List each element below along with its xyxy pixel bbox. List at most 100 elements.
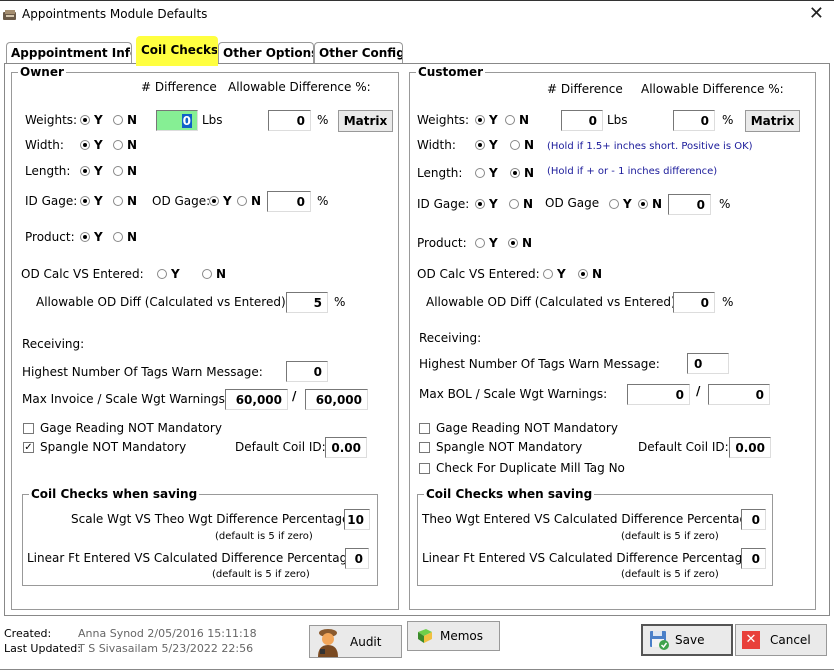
customer-odgage-no[interactable]: N bbox=[638, 197, 662, 211]
owner-width-no[interactable]: N bbox=[113, 138, 137, 152]
customer-allow-od-label: Allowable OD Diff (Calculated vs Entered… bbox=[426, 295, 680, 309]
tab-other-config[interactable]: Other Config bbox=[314, 42, 403, 64]
customer-theo-input[interactable]: 0 bbox=[741, 509, 766, 530]
customer-length-no[interactable]: N bbox=[510, 166, 534, 180]
customer-diff-header: # Difference bbox=[547, 82, 623, 96]
customer-product-label: Product: bbox=[417, 236, 467, 250]
customer-dup-mill-checkbox[interactable]: Check For Duplicate Mill Tag No bbox=[419, 461, 625, 475]
customer-gage-reading-checkbox[interactable]: Gage Reading NOT Mandatory bbox=[419, 421, 618, 435]
detective-icon bbox=[316, 627, 340, 657]
radio-icon bbox=[509, 199, 519, 209]
customer-pct-label: % bbox=[722, 113, 734, 127]
customer-width-yes[interactable]: Y bbox=[475, 138, 498, 152]
save-button[interactable]: Save bbox=[641, 624, 733, 656]
customer-idgage-no[interactable]: N bbox=[509, 197, 533, 211]
cancel-x-icon: ✕ bbox=[742, 631, 760, 649]
owner-weights-label: Weights: bbox=[25, 113, 78, 127]
owner-odcalc-yes[interactable]: Y bbox=[157, 267, 180, 281]
checkbox-icon bbox=[419, 462, 430, 474]
owner-odgage-pct-label: % bbox=[317, 194, 329, 208]
customer-tags-label: Highest Number Of Tags Warn Message: bbox=[419, 357, 660, 371]
owner-max-scale-input[interactable]: 60,000 bbox=[305, 389, 368, 410]
owner-weights-no[interactable]: N bbox=[113, 113, 137, 127]
owner-weights-yes[interactable]: Y bbox=[80, 113, 103, 127]
customer-width-no[interactable]: N bbox=[510, 138, 534, 152]
owner-weights-diff-input[interactable]: 0 bbox=[156, 110, 198, 131]
customer-weights-pct-input[interactable]: 0 bbox=[673, 110, 715, 131]
customer-spangle-checkbox[interactable]: Spangle NOT Mandatory bbox=[419, 440, 582, 454]
owner-odgage-pct-input[interactable]: 0 bbox=[267, 191, 311, 212]
cancel-button[interactable]: ✕ Cancel bbox=[735, 624, 827, 656]
customer-allow-od-input[interactable]: 0 bbox=[673, 292, 715, 313]
owner-length-yes[interactable]: Y bbox=[80, 164, 103, 178]
owner-matrix-button[interactable]: Matrix bbox=[338, 110, 393, 132]
tab-coil-checks[interactable]: Coil Checks bbox=[136, 36, 218, 66]
owner-gage-reading-checkbox[interactable]: Gage Reading NOT Mandatory bbox=[23, 421, 222, 435]
customer-linear-input[interactable]: 0 bbox=[741, 548, 766, 569]
customer-coil-id-input[interactable]: 0.00 bbox=[729, 437, 771, 458]
owner-allow-od-input[interactable]: 5 bbox=[286, 292, 328, 313]
customer-saving-group: Coil Checks when saving bbox=[417, 487, 773, 586]
tab-appointment-info[interactable]: Apppointment Info bbox=[6, 42, 132, 64]
customer-allow-header: Allowable Difference %: bbox=[641, 82, 784, 96]
radio-icon bbox=[609, 199, 619, 209]
owner-odgage-no[interactable]: N bbox=[237, 194, 261, 208]
radio-icon bbox=[510, 168, 520, 178]
radio-icon bbox=[113, 115, 123, 125]
owner-spangle-checkbox[interactable]: ✓ Spangle NOT Mandatory bbox=[23, 440, 186, 454]
owner-odgage-yes[interactable]: Y bbox=[209, 194, 232, 208]
customer-odgage-pct-input[interactable]: 0 bbox=[668, 194, 711, 215]
owner-scale-input[interactable]: 10 bbox=[344, 509, 370, 530]
radio-icon bbox=[578, 269, 588, 279]
audit-button[interactable]: Audit bbox=[309, 625, 402, 658]
radio-icon bbox=[638, 199, 648, 209]
customer-odgage-yes[interactable]: Y bbox=[609, 197, 632, 211]
radio-icon bbox=[113, 166, 123, 176]
owner-tags-input[interactable]: 0 bbox=[286, 361, 328, 382]
owner-weights-pct-input[interactable]: 0 bbox=[268, 110, 311, 131]
customer-length-yes[interactable]: Y bbox=[475, 166, 498, 180]
memos-button[interactable]: Memos bbox=[407, 621, 500, 651]
owner-length-label: Length: bbox=[25, 164, 71, 178]
customer-max-bol-input[interactable]: 0 bbox=[627, 384, 690, 405]
owner-saving-title: Coil Checks when saving bbox=[29, 487, 200, 501]
owner-linear-label: Linear Ft Entered VS Calculated Differen… bbox=[27, 551, 359, 565]
owner-odcalc-no[interactable]: N bbox=[202, 267, 226, 281]
customer-lbs-label: Lbs bbox=[607, 113, 628, 127]
customer-weights-yes[interactable]: Y bbox=[475, 113, 498, 127]
owner-width-label: Width: bbox=[25, 138, 64, 152]
customer-weights-label: Weights: bbox=[417, 113, 470, 127]
owner-receiving-label: Receiving: bbox=[22, 337, 85, 351]
owner-width-yes[interactable]: Y bbox=[80, 138, 103, 152]
customer-max-scale-input[interactable]: 0 bbox=[708, 384, 770, 405]
customer-width-label: Width: bbox=[417, 138, 456, 152]
close-icon[interactable]: ✕ bbox=[809, 3, 824, 24]
owner-max-invoice-input[interactable]: 60,000 bbox=[225, 389, 288, 410]
owner-allow-od-pct: % bbox=[334, 295, 346, 309]
owner-coil-id-input[interactable]: 0.00 bbox=[325, 437, 367, 458]
owner-idgage-no[interactable]: N bbox=[113, 194, 137, 208]
owner-idgage-yes[interactable]: Y bbox=[80, 194, 103, 208]
customer-odcalc-yes[interactable]: Y bbox=[543, 267, 566, 281]
customer-idgage-yes[interactable]: Y bbox=[475, 197, 498, 211]
customer-weights-diff-input[interactable]: 0 bbox=[561, 110, 603, 131]
customer-width-note: (Hold if 1.5+ inches short. Positive is … bbox=[547, 141, 753, 152]
owner-product-no[interactable]: N bbox=[113, 230, 137, 244]
customer-weights-no[interactable]: N bbox=[505, 113, 529, 127]
owner-length-no[interactable]: N bbox=[113, 164, 137, 178]
radio-icon bbox=[510, 140, 520, 150]
customer-product-yes[interactable]: Y bbox=[475, 236, 498, 250]
customer-matrix-button[interactable]: Matrix bbox=[745, 110, 800, 132]
customer-tags-input[interactable]: 0 bbox=[687, 353, 729, 374]
radio-icon bbox=[113, 232, 123, 242]
owner-linear-input[interactable]: 0 bbox=[345, 548, 369, 569]
radio-icon bbox=[475, 199, 485, 209]
radio-icon bbox=[80, 140, 90, 150]
customer-odcalc-no[interactable]: N bbox=[578, 267, 602, 281]
radio-icon bbox=[157, 269, 167, 279]
owner-allow-od-label: Allowable OD Diff (Calculated vs Entered… bbox=[36, 295, 290, 309]
customer-odgage-label: OD Gage bbox=[545, 196, 600, 210]
owner-product-yes[interactable]: Y bbox=[80, 230, 103, 244]
customer-product-no[interactable]: N bbox=[508, 236, 532, 250]
tab-other-options[interactable]: Other Options bbox=[218, 42, 314, 64]
